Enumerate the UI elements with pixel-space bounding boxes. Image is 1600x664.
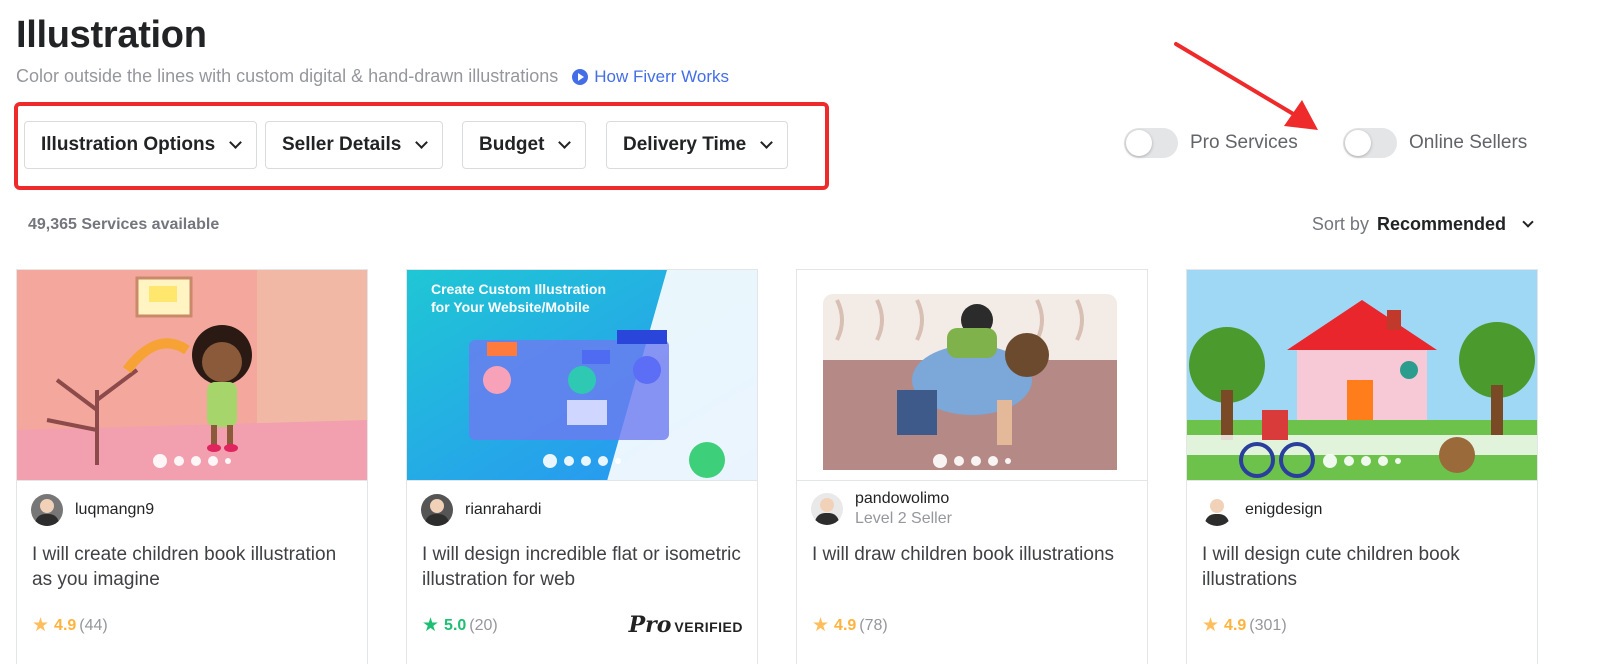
rating-value: 4.9: [834, 616, 857, 634]
review-count: (78): [859, 616, 888, 634]
page-subtitle: Color outside the lines with custom digi…: [16, 66, 729, 87]
filter-budget[interactable]: Budget: [462, 121, 587, 169]
gig-image[interactable]: [17, 270, 367, 481]
page-title: Illustration: [16, 14, 207, 56]
seller-info[interactable]: luqmangn9: [31, 494, 154, 526]
filter-delivery-time[interactable]: Delivery Time: [606, 121, 789, 169]
gig-title[interactable]: I will design cute children book illustr…: [1202, 542, 1522, 592]
star-icon: ★: [32, 615, 50, 636]
pro-services-toggle-group[interactable]: Pro Services: [1124, 128, 1298, 158]
online-sellers-toggle-group[interactable]: Online Sellers: [1343, 128, 1527, 158]
star-icon: ★: [812, 615, 830, 636]
rating-value: 4.9: [54, 616, 77, 634]
gig-card[interactable]: pandowolimo Level 2 Seller I will draw c…: [796, 269, 1148, 664]
gig-card[interactable]: Create Custom Illustration for Your Webs…: [406, 269, 758, 664]
carousel-dots[interactable]: [933, 454, 1011, 468]
sort-label: Sort by: [1311, 214, 1369, 234]
gig-card[interactable]: enigdesign I will design cute children b…: [1186, 269, 1538, 664]
avatar[interactable]: [31, 494, 63, 526]
sort-dropdown[interactable]: Sort by Recommended: [1311, 214, 1534, 235]
pro-verified-badge: Pro VERIFIED: [629, 612, 743, 638]
how-fiverr-works-link[interactable]: How Fiverr Works: [572, 67, 729, 87]
chevron-down-icon: [558, 136, 572, 149]
avatar[interactable]: [811, 493, 843, 525]
filter-label: Illustration Options: [41, 134, 216, 155]
filter-label: Seller Details: [282, 134, 402, 155]
gig-title[interactable]: I will draw children book illustrations: [812, 542, 1132, 567]
rating-value: 4.9: [1224, 616, 1247, 634]
gig-rating: ★ 4.9 (44): [32, 614, 108, 637]
gig-image[interactable]: [1187, 270, 1537, 481]
pro-services-label: Pro Services: [1190, 132, 1298, 153]
carousel-dots[interactable]: [153, 454, 231, 468]
review-count: (301): [1249, 616, 1287, 634]
gig-card[interactable]: luqmangn9 I will create children book il…: [16, 269, 368, 664]
chevron-down-icon: [229, 136, 243, 149]
services-count: 49,365 Services available: [28, 216, 220, 233]
online-sellers-label: Online Sellers: [1409, 132, 1528, 153]
sort-value: Recommended: [1376, 214, 1506, 234]
chevron-down-icon: [1522, 216, 1534, 228]
online-sellers-toggle[interactable]: [1343, 128, 1397, 158]
how-fiverr-works-label: How Fiverr Works: [594, 66, 730, 86]
seller-level: Level 2 Seller: [855, 510, 952, 527]
review-count: (44): [79, 616, 108, 634]
star-icon: ★: [422, 615, 440, 636]
seller-name[interactable]: rianrahardi: [465, 501, 541, 519]
subtitle-text: Color outside the lines with custom digi…: [16, 66, 559, 86]
rating-value: 5.0: [444, 616, 467, 634]
avatar[interactable]: [421, 494, 453, 526]
carousel-dots[interactable]: [1323, 454, 1401, 468]
gig-illustration: [797, 270, 1147, 480]
seller-info[interactable]: enigdesign: [1201, 494, 1322, 526]
gig-title[interactable]: I will design incredible flat or isometr…: [422, 542, 742, 592]
pro-mark: Pro: [628, 612, 672, 638]
pro-verified-text: VERIFIED: [674, 619, 743, 635]
gig-rating: ★ 5.0 (20): [422, 614, 498, 637]
avatar[interactable]: [1201, 494, 1233, 526]
filter-label: Delivery Time: [623, 134, 747, 155]
play-icon: [572, 68, 589, 85]
filter-label: Budget: [479, 134, 545, 155]
filter-illustration-options[interactable]: Illustration Options: [24, 121, 258, 169]
gig-title[interactable]: I will create children book illustration…: [32, 542, 352, 592]
seller-info[interactable]: pandowolimo Level 2 Seller: [811, 490, 952, 528]
seller-name[interactable]: pandowolimo: [855, 490, 952, 508]
chevron-down-icon: [415, 136, 429, 149]
gig-rating: ★ 4.9 (301): [1202, 614, 1287, 637]
star-icon: ★: [1202, 615, 1220, 636]
seller-name[interactable]: luqmangn9: [75, 501, 154, 519]
gig-rating: ★ 4.9 (78): [812, 614, 888, 637]
pro-services-toggle[interactable]: [1124, 128, 1178, 158]
filter-seller-details[interactable]: Seller Details: [265, 121, 444, 169]
gig-illustration: [1187, 270, 1537, 480]
gig-illustration: [17, 270, 367, 480]
gig-image[interactable]: Create Custom Illustration for Your Webs…: [407, 270, 757, 481]
gig-image[interactable]: [797, 270, 1147, 481]
carousel-dots[interactable]: [543, 454, 621, 468]
image-caption: Create Custom Illustration for Your Webs…: [431, 281, 607, 315]
seller-info[interactable]: rianrahardi: [421, 494, 541, 526]
review-count: (20): [469, 616, 498, 634]
chevron-down-icon: [760, 136, 774, 149]
seller-name[interactable]: enigdesign: [1245, 501, 1322, 519]
